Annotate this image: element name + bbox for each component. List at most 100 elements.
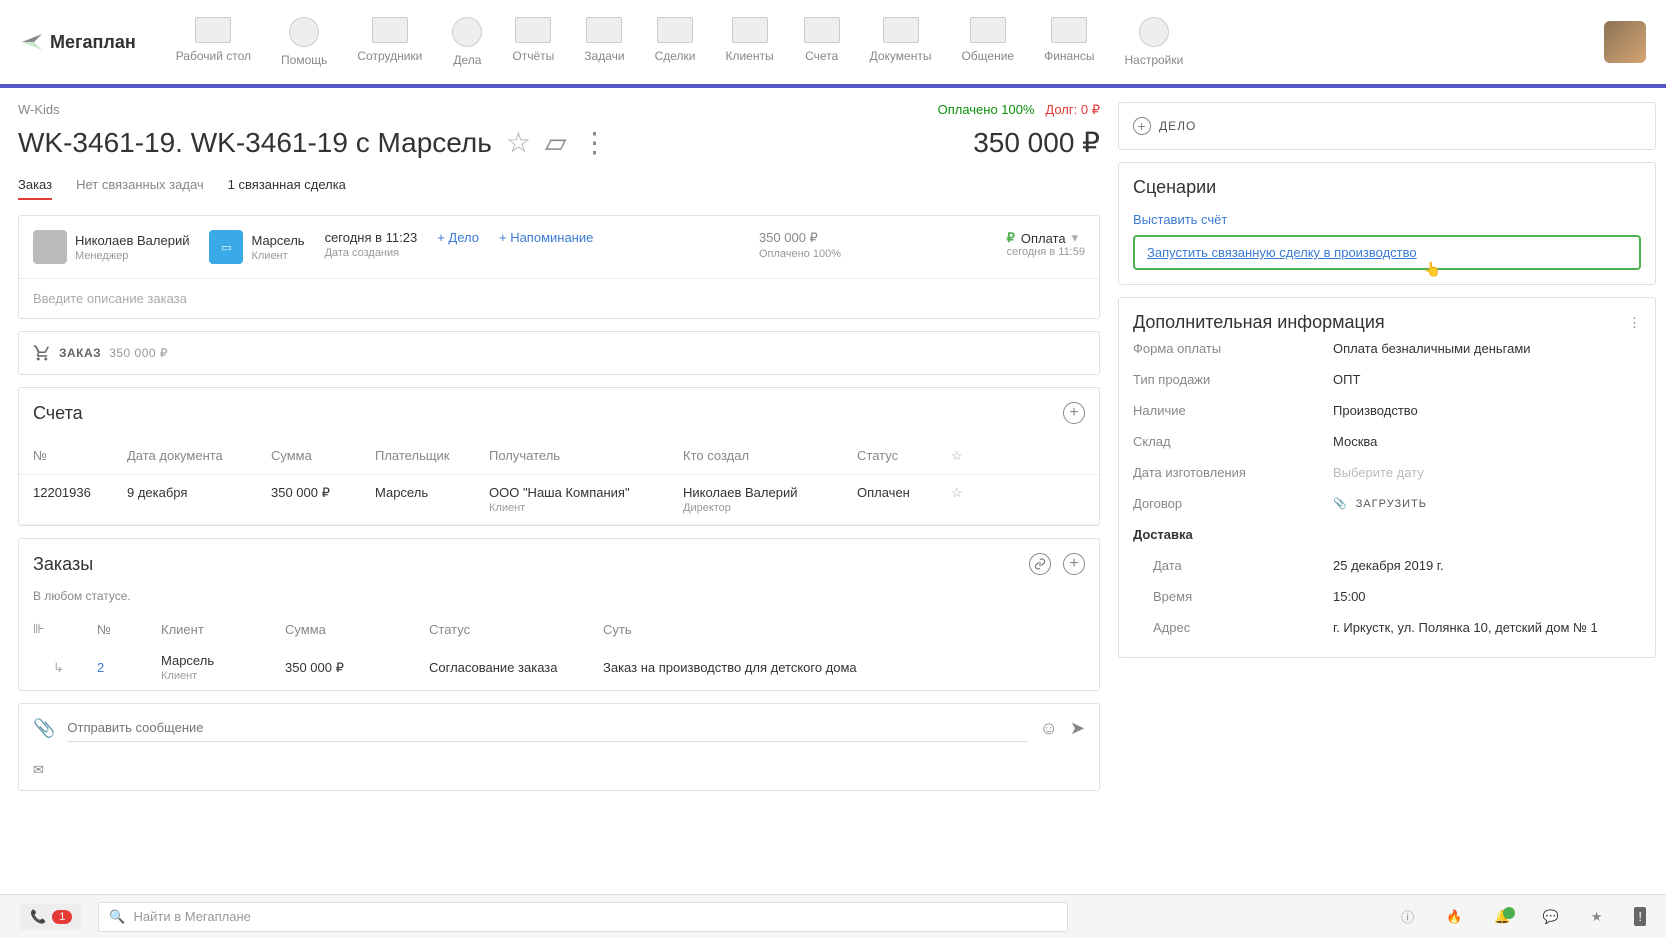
col-recv[interactable]: Получатель — [489, 448, 679, 463]
pay-form-label: Форма оплаты — [1133, 341, 1333, 356]
orders-title: Заказы — [33, 554, 93, 575]
mfg-value[interactable]: Выберите дату — [1333, 465, 1424, 480]
nav-clients[interactable]: Клиенты — [725, 17, 773, 67]
add-delo-button[interactable]: + ДЕЛО — [1133, 117, 1641, 135]
col-osum[interactable]: Сумма — [285, 622, 425, 637]
message-input[interactable] — [67, 714, 1027, 742]
chevron-down-icon: ▾ — [1072, 230, 1079, 246]
delivery-addr-value[interactable]: г. Иркустк, ул. Полянка 10, детский дом … — [1333, 620, 1641, 635]
delivery-date-value[interactable]: 25 декабря 2019 г. — [1333, 558, 1444, 573]
phone-button[interactable]: 📞 1 — [20, 904, 82, 930]
bell-icon[interactable]: 🔔 — [1494, 909, 1510, 925]
col-indent-icon[interactable]: ⊪ — [33, 621, 93, 637]
cart-icon — [33, 344, 51, 362]
cursor-icon: 👆 — [1424, 261, 1441, 278]
nav-finance[interactable]: Финансы — [1044, 17, 1094, 67]
add-reminder-link[interactable]: + Напоминание — [499, 230, 593, 245]
stock-value[interactable]: Москва — [1333, 434, 1377, 449]
nav-deals[interactable]: Дела — [452, 17, 482, 67]
nav-settings[interactable]: Настройки — [1124, 17, 1183, 67]
status-dropdown[interactable]: ₽ Оплата ▾ — [1007, 230, 1085, 246]
global-search[interactable]: 🔍 Найти в Мегаплане — [98, 902, 1068, 932]
mail-icon[interactable]: ✉ — [33, 762, 44, 777]
client-name: Марсель — [251, 233, 304, 248]
info-more-icon[interactable]: ⋮ — [1628, 315, 1641, 331]
nav-documents[interactable]: Документы — [870, 17, 932, 67]
send-icon[interactable]: ➤ — [1070, 718, 1085, 739]
phone-badge: 1 — [52, 910, 72, 924]
flag-icon[interactable]: ! — [1634, 907, 1646, 926]
col-creator[interactable]: Кто создал — [683, 448, 853, 463]
order-label: ЗАКАЗ — [59, 346, 101, 360]
client-avatar: ▭ — [209, 230, 243, 264]
manager-block[interactable]: Николаев Валерий Менеджер — [33, 230, 189, 264]
scenario-production-link[interactable]: Запустить связанную сделку в производств… — [1147, 245, 1627, 260]
add-order-button[interactable]: + — [1063, 553, 1085, 575]
manager-name: Николаев Валерий — [75, 233, 189, 248]
col-star-icon[interactable]: ☆ — [951, 448, 991, 464]
order-num-link[interactable]: 2 — [97, 660, 157, 675]
nav-trades[interactable]: Сделки — [655, 17, 696, 67]
stock-label: Склад — [1133, 434, 1333, 449]
col-ostatus[interactable]: Статус — [429, 622, 599, 637]
pay-form-value[interactable]: Оплата безналичными деньгами — [1333, 341, 1531, 356]
search-icon: 🔍 — [109, 909, 125, 925]
tab-linked-deal[interactable]: 1 связанная сделка — [228, 177, 346, 200]
row-star-icon[interactable]: ☆ — [951, 485, 991, 501]
add-delo-link[interactable]: + Дело — [437, 230, 479, 245]
col-date[interactable]: Дата документа — [127, 448, 267, 463]
status-filter[interactable]: В любом статусе. — [19, 589, 1099, 613]
delivery-time-label: Время — [1153, 589, 1333, 604]
nav-accounts[interactable]: Счета — [804, 17, 840, 67]
created-label: Дата создания — [325, 247, 418, 259]
link-icon[interactable] — [1029, 553, 1051, 575]
nav-help[interactable]: Помощь — [281, 17, 327, 67]
info-icon[interactable]: ⓘ — [1401, 907, 1414, 926]
tab-order[interactable]: Заказ — [18, 177, 52, 200]
chat-icon[interactable]: 💬 — [1543, 909, 1559, 925]
order-bar[interactable]: ЗАКАЗ 350 000 ₽ — [18, 331, 1100, 375]
add-bill-button[interactable]: + — [1063, 402, 1085, 424]
sale-type-value[interactable]: ОПТ — [1333, 372, 1360, 387]
ruble-icon: ₽ — [1007, 230, 1015, 246]
phone-icon: 📞 — [30, 909, 46, 925]
user-avatar[interactable] — [1604, 21, 1646, 63]
col-osubject[interactable]: Суть — [603, 622, 1085, 637]
nav-tasks[interactable]: Задачи — [584, 17, 624, 67]
order-row[interactable]: ↳ 2 МарсельКлиент 350 000 ₽ Согласование… — [19, 645, 1099, 690]
status-time: сегодня в 11:59 — [1007, 246, 1085, 258]
nav-desktop[interactable]: Рабочий стол — [176, 17, 251, 67]
attach-icon[interactable]: 📎 — [33, 718, 55, 739]
manager-avatar — [33, 230, 67, 264]
col-oclient[interactable]: Клиент — [161, 622, 281, 637]
more-icon[interactable]: ⋮ — [581, 126, 609, 159]
bill-row[interactable]: 12201936 9 декабря 350 000 ₽ Марсель ООО… — [19, 475, 1099, 525]
nav-employees[interactable]: Сотрудники — [357, 17, 422, 67]
manager-role: Менеджер — [75, 250, 189, 262]
client-role: Клиент — [251, 250, 304, 262]
fire-icon[interactable]: 🔥 — [1446, 909, 1462, 925]
upload-button[interactable]: 📎ЗАГРУЗИТЬ — [1333, 496, 1427, 511]
avail-value[interactable]: Производство — [1333, 403, 1418, 418]
nav-chat[interactable]: Общение — [961, 17, 1014, 67]
col-payer[interactable]: Плательщик — [375, 448, 485, 463]
nav-reports[interactable]: Отчёты — [512, 17, 554, 67]
scenario-highlighted: Запустить связанную сделку в производств… — [1133, 235, 1641, 270]
description-input[interactable]: Введите описание заказа — [19, 278, 1099, 318]
breadcrumb[interactable]: W-Kids — [18, 102, 60, 118]
page-title: WK-3461-19. WK-3461-19 с Марсель — [18, 127, 492, 159]
emoji-icon[interactable]: ☺ — [1040, 718, 1058, 739]
client-block[interactable]: ▭ Марсель Клиент — [209, 230, 304, 264]
col-sum[interactable]: Сумма — [271, 448, 371, 463]
col-num[interactable]: № — [33, 448, 123, 463]
delivery-time-value[interactable]: 15:00 — [1333, 589, 1366, 604]
col-status[interactable]: Статус — [857, 448, 947, 463]
col-onum[interactable]: № — [97, 622, 157, 637]
header-amount: 350 000 ₽ — [759, 230, 841, 246]
logo[interactable]: Мегаплан — [20, 30, 136, 54]
scenario-invoice-link[interactable]: Выставить счёт — [1133, 212, 1641, 227]
star-icon[interactable]: ☆ — [506, 126, 531, 159]
tab-no-tasks[interactable]: Нет связанных задач — [76, 177, 204, 200]
star-footer-icon[interactable]: ★ — [1591, 909, 1603, 925]
tag-icon[interactable]: ▱ — [545, 126, 567, 159]
